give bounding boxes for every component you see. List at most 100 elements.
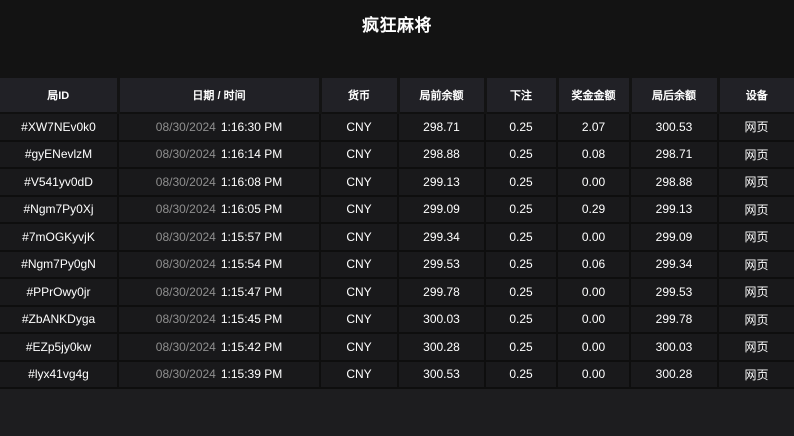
cell-bet: 0.25 — [485, 223, 557, 251]
cell-date: 08/30/2024 — [156, 175, 216, 189]
title-band: 疯狂麻将 — [0, 0, 794, 78]
cell-balance-after: 298.88 — [630, 168, 718, 196]
table-row: #EZp5jy0kw08/30/20241:15:42 PMCNY300.280… — [0, 333, 794, 361]
cell-balance-before: 300.03 — [398, 306, 485, 334]
cell-device: 网页 — [718, 223, 794, 251]
cell-bet: 0.25 — [485, 168, 557, 196]
cell-device: 网页 — [718, 196, 794, 224]
cell-datetime: 08/30/2024 1:16:05 PM — [118, 196, 320, 224]
cell-device: 网页 — [718, 168, 794, 196]
cell-datetime: 08/30/20241:15:47 PM — [118, 278, 320, 306]
cell-game-id: #EZp5jy0kw — [0, 333, 118, 361]
table-row: #ZbANKDyga08/30/20241:15:45 PMCNY300.030… — [0, 306, 794, 334]
column-header-datetime: 日期 / 时间 — [118, 78, 320, 113]
cell-bet: 0.25 — [485, 306, 557, 334]
page-title: 疯狂麻将 — [0, 0, 794, 36]
table-row: #gyENevlzM08/30/20241:16:14 PMCNY298.880… — [0, 141, 794, 169]
cell-balance-before: 300.53 — [398, 361, 485, 389]
cell-bet: 0.25 — [485, 278, 557, 306]
cell-bet: 0.25 — [485, 333, 557, 361]
cell-balance-before: 300.28 — [398, 333, 485, 361]
cell-date: 08/30/2024 — [156, 202, 216, 216]
cell-device: 网页 — [718, 113, 794, 141]
table-row: #V541yv0dD08/30/20241:16:08 PMCNY299.130… — [0, 168, 794, 196]
cell-datetime: 08/30/2024 1:15:57 PM — [118, 223, 320, 251]
cell-game-id: #PPrOwy0jr — [0, 278, 118, 306]
column-header-bet: 下注 — [485, 78, 557, 113]
cell-balance-after: 299.53 — [630, 278, 718, 306]
cell-game-id: #lyx41vg4g — [0, 361, 118, 389]
cell-datetime: 08/30/2024 1:15:45 PM — [118, 306, 320, 334]
table-header-row: 局ID日期 / 时间货币局前余额下注奖金金额局后余额设备 — [0, 78, 794, 113]
cell-game-id: #V541yv0dD — [0, 168, 118, 196]
cell-balance-after: 298.71 — [630, 141, 718, 169]
game-history-table: 局ID日期 / 时间货币局前余额下注奖金金额局后余额设备 #XW7NEv0k00… — [0, 78, 794, 389]
cell-date: 08/30/2024 — [156, 230, 216, 244]
cell-balance-before: 298.71 — [398, 113, 485, 141]
cell-win-amount: 0.29 — [557, 196, 630, 224]
cell-currency: CNY — [320, 113, 398, 141]
cell-date: 08/30/2024 — [156, 340, 216, 354]
cell-bet: 0.25 — [485, 141, 557, 169]
cell-time: 1:15:47 PM — [221, 285, 282, 299]
column-header-balance-after: 局后余额 — [630, 78, 718, 113]
cell-device: 网页 — [718, 278, 794, 306]
cell-game-id: #ZbANKDyga — [0, 306, 118, 334]
column-header-game-id: 局ID — [0, 78, 118, 113]
cell-date: 08/30/2024 — [156, 147, 216, 161]
cell-time: 1:15:42 PM — [221, 340, 282, 354]
column-header-device: 设备 — [718, 78, 794, 113]
cell-device: 网页 — [718, 251, 794, 279]
cell-balance-after: 299.13 — [630, 196, 718, 224]
cell-device: 网页 — [718, 361, 794, 389]
cell-time: 1:15:39 PM — [221, 367, 282, 381]
cell-currency: CNY — [320, 168, 398, 196]
cell-balance-before: 299.78 — [398, 278, 485, 306]
table-row: #PPrOwy0jr08/30/20241:15:47 PMCNY299.780… — [0, 278, 794, 306]
cell-time: 1:16:08 PM — [221, 175, 282, 189]
table-row: #Ngm7Py0Xj08/30/20241:16:05 PMCNY299.090… — [0, 196, 794, 224]
cell-device: 网页 — [718, 333, 794, 361]
cell-balance-before: 299.09 — [398, 196, 485, 224]
cell-game-id: #gyENevlzM — [0, 141, 118, 169]
cell-balance-before: 299.34 — [398, 223, 485, 251]
cell-balance-after: 300.03 — [630, 333, 718, 361]
cell-device: 网页 — [718, 306, 794, 334]
cell-time: 1:16:05 PM — [221, 202, 282, 216]
column-header-balance-before: 局前余额 — [398, 78, 485, 113]
cell-currency: CNY — [320, 196, 398, 224]
cell-time: 1:15:54 PM — [221, 257, 282, 271]
table-row: #lyx41vg4g08/30/20241:15:39 PMCNY300.530… — [0, 361, 794, 389]
cell-bet: 0.25 — [485, 113, 557, 141]
cell-balance-before: 298.88 — [398, 141, 485, 169]
cell-device: 网页 — [718, 141, 794, 169]
cell-currency: CNY — [320, 223, 398, 251]
cell-balance-after: 300.53 — [630, 113, 718, 141]
cell-win-amount: 0.00 — [557, 306, 630, 334]
cell-balance-after: 299.78 — [630, 306, 718, 334]
cell-balance-before: 299.53 — [398, 251, 485, 279]
cell-currency: CNY — [320, 251, 398, 279]
cell-win-amount: 0.00 — [557, 333, 630, 361]
cell-balance-after: 300.28 — [630, 361, 718, 389]
column-header-win-amount: 奖金金额 — [557, 78, 630, 113]
cell-datetime: 08/30/2024 1:15:39 PM — [118, 361, 320, 389]
cell-datetime: 08/30/2024 1:16:08 PM — [118, 168, 320, 196]
cell-currency: CNY — [320, 306, 398, 334]
cell-date: 08/30/2024 — [156, 312, 216, 326]
cell-time: 1:16:30 PM — [221, 120, 282, 134]
table-row: #XW7NEv0k008/30/20241:16:30 PMCNY298.710… — [0, 113, 794, 141]
cell-game-id: #XW7NEv0k0 — [0, 113, 118, 141]
cell-win-amount: 0.00 — [557, 361, 630, 389]
cell-bet: 0.25 — [485, 361, 557, 389]
table-body: #XW7NEv0k008/30/20241:16:30 PMCNY298.710… — [0, 113, 794, 388]
cell-time: 1:15:45 PM — [221, 312, 282, 326]
cell-win-amount: 0.00 — [557, 223, 630, 251]
cell-balance-after: 299.09 — [630, 223, 718, 251]
cell-win-amount: 0.00 — [557, 168, 630, 196]
cell-currency: CNY — [320, 278, 398, 306]
cell-currency: CNY — [320, 361, 398, 389]
cell-date: 08/30/2024 — [156, 367, 216, 381]
cell-time: 1:15:57 PM — [221, 230, 282, 244]
cell-balance-after: 299.34 — [630, 251, 718, 279]
